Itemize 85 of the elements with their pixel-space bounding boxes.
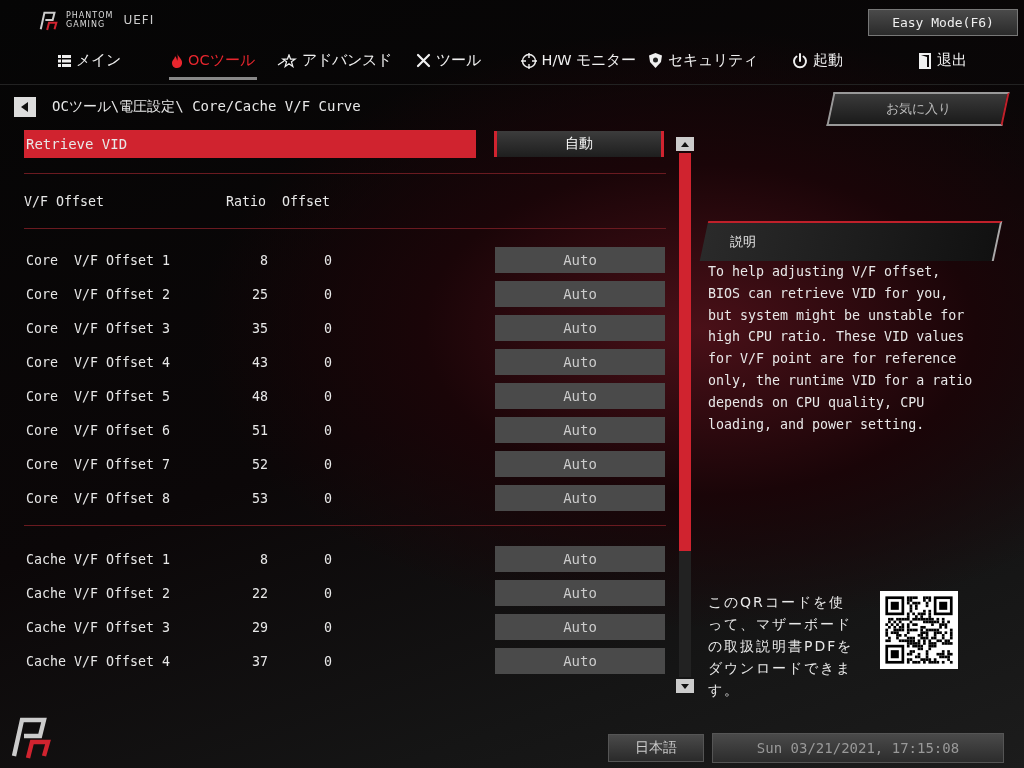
setting-label: Core V/F Offset 3	[26, 320, 172, 336]
column-header: Ratio	[224, 193, 266, 209]
nav-tab[interactable]: H/W モニター	[518, 44, 639, 80]
back-arrow-icon	[21, 102, 29, 112]
setting-label: Core V/F Offset 5	[26, 388, 172, 404]
value-button[interactable]: Auto	[495, 648, 665, 674]
value-button[interactable]: Auto	[495, 451, 665, 477]
scroll-down-icon[interactable]	[681, 683, 689, 689]
crosshair-icon	[520, 52, 537, 69]
offset-value: 0	[323, 551, 332, 567]
ratio-value: 37	[251, 653, 268, 669]
logo-icon	[38, 9, 60, 31]
nav-tab[interactable]: 退出	[916, 44, 970, 80]
column-header: V/F Offset	[24, 193, 106, 209]
product-name: UEFI	[123, 13, 155, 27]
flame-icon	[171, 53, 183, 68]
list-icon	[58, 54, 71, 67]
column-header: Offset	[280, 193, 330, 209]
scroll-up-icon[interactable]	[681, 141, 689, 147]
setting-label: Cache V/F Offset 1	[26, 551, 172, 567]
setting-label: Core V/F Offset 2	[26, 286, 172, 302]
value-button[interactable]: Auto	[495, 349, 665, 375]
setting-label: Core V/F Offset 4	[26, 354, 172, 370]
scrollbar[interactable]	[676, 137, 694, 693]
setting-label: Core V/F Offset 7	[26, 456, 172, 472]
ratio-value: 35	[251, 320, 268, 336]
value-button[interactable]: Auto	[495, 580, 665, 606]
offset-value: 0	[323, 422, 332, 438]
exit-door-icon	[918, 52, 933, 69]
ratio-value: 43	[251, 354, 268, 370]
offset-value: 0	[323, 354, 332, 370]
value-button[interactable]: Auto	[495, 247, 665, 273]
setting-label[interactable]: Retrieve VID	[24, 130, 476, 158]
ratio-value: 52	[251, 456, 268, 472]
offset-value: 0	[323, 320, 332, 336]
offset-value: 0	[323, 653, 332, 669]
ratio-value: 8	[259, 551, 268, 567]
nav-tab[interactable]: アドバンスド	[274, 44, 394, 80]
offset-value: 0	[323, 585, 332, 601]
easy-mode-button[interactable]: Easy Mode(F6)	[868, 8, 1018, 36]
value-button[interactable]: Auto	[495, 281, 665, 307]
nav-tab[interactable]: セキュリティ	[646, 44, 761, 80]
value-button[interactable]: Auto	[495, 315, 665, 341]
nav-tab[interactable]: ツール	[413, 44, 483, 80]
ratio-value: 29	[251, 619, 268, 635]
value-button[interactable]: Auto	[495, 485, 665, 511]
ratio-value: 53	[251, 490, 268, 506]
breadcrumb: OCツール\電圧設定\ Core/Cache V/F Curve	[52, 98, 361, 116]
star-icon	[276, 53, 297, 68]
nav-tab[interactable]: OCツール	[169, 44, 257, 80]
ratio-value: 51	[251, 422, 268, 438]
offset-value: 0	[323, 490, 332, 506]
nav-tab[interactable]: メイン	[56, 44, 123, 80]
offset-value: 0	[323, 619, 332, 635]
back-button[interactable]	[14, 97, 36, 117]
offset-value: 0	[323, 252, 332, 268]
shield-icon	[648, 53, 664, 68]
date-time: Sun 03/21/2021, 17:15:08	[712, 733, 1004, 763]
value-button[interactable]: Auto	[495, 383, 665, 409]
setting-label: Cache V/F Offset 4	[26, 653, 172, 669]
offset-value: 0	[323, 388, 332, 404]
ratio-value: 25	[251, 286, 268, 302]
language-button[interactable]: 日本語	[608, 734, 704, 762]
offset-value: 0	[323, 456, 332, 472]
brand-name: GAMING	[66, 20, 107, 29]
ratio-value: 22	[251, 585, 268, 601]
ratio-value: 8	[259, 252, 268, 268]
setting-label: Cache V/F Offset 2	[26, 585, 172, 601]
setting-label: Cache V/F Offset 3	[26, 619, 172, 635]
favorites-button[interactable]: お気に入り	[826, 92, 1010, 126]
value-button[interactable]: 自動	[494, 131, 664, 157]
power-icon	[792, 52, 809, 69]
setting-label: Core V/F Offset 6	[26, 422, 172, 438]
setting-label: Core V/F Offset 8	[26, 490, 172, 506]
value-button[interactable]: Auto	[495, 417, 665, 443]
brand-name: PHANTOM	[66, 11, 114, 20]
offset-value: 0	[323, 286, 332, 302]
qr-caption: このQRコードを使って、マザーボードの取扱説明書PDFをダウンロードできます。	[708, 593, 855, 701]
description-title: 説明	[729, 233, 756, 251]
nav-tab[interactable]: 起動	[790, 44, 846, 80]
value-button[interactable]: Auto	[495, 546, 665, 572]
description-text: To help adjusting V/F offset, BIOS can retrieve VID for you, but system might be unstable for high CPU ratio. These VID values for V/F point are for reference only, the runtime VID for a ratio depends on CPU quality, CPU loading, and power setting.	[708, 263, 974, 434]
setting-label: Core V/F Offset 1	[26, 252, 172, 268]
ratio-value: 48	[251, 388, 268, 404]
value-button[interactable]: Auto	[495, 614, 665, 640]
